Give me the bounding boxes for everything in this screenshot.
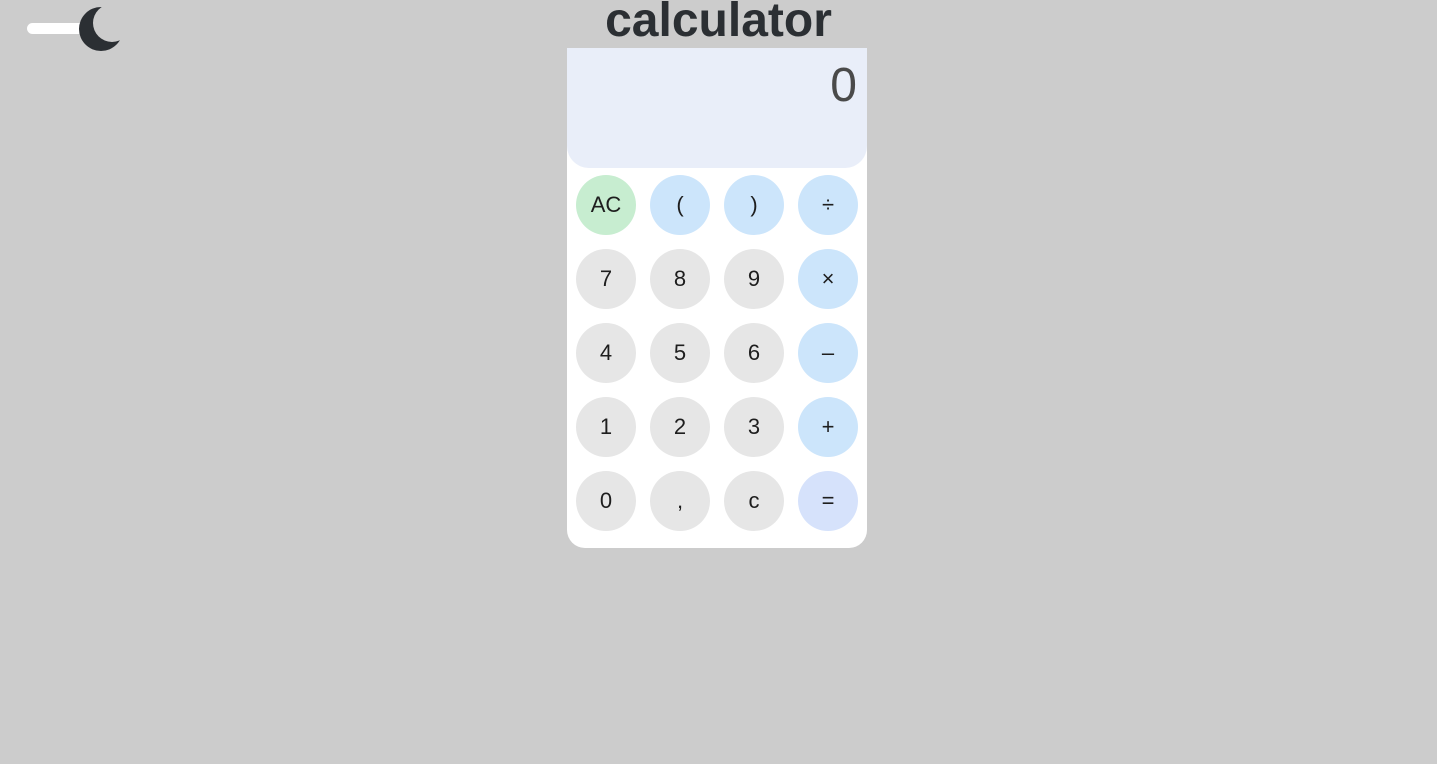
clear-entry-button[interactable]: c <box>724 471 784 531</box>
display-panel: 0 <box>567 48 867 168</box>
subtract-button[interactable]: – <box>798 323 858 383</box>
digit-3-button[interactable]: 3 <box>724 397 784 457</box>
close-paren-button[interactable]: ) <box>724 175 784 235</box>
digit-9-button[interactable]: 9 <box>724 249 784 309</box>
open-paren-button[interactable]: ( <box>650 175 710 235</box>
keypad: AC() ÷ 7 8 9 × 4 5 6– 1 2 3 +0, c = <box>576 175 858 531</box>
equals-button[interactable]: = <box>798 471 858 531</box>
divide-button[interactable]: ÷ <box>798 175 858 235</box>
digit-5-button[interactable]: 5 <box>650 323 710 383</box>
display-value: 0 <box>830 59 857 112</box>
digit-4-button[interactable]: 4 <box>576 323 636 383</box>
multiply-button[interactable]: × <box>798 249 858 309</box>
calculator: 0 AC() ÷ 7 8 9 × 4 5 6– 1 2 3 +0, c = <box>567 48 867 548</box>
digit-8-button[interactable]: 8 <box>650 249 710 309</box>
digit-6-button[interactable]: 6 <box>724 323 784 383</box>
digit-2-button[interactable]: 2 <box>650 397 710 457</box>
digit-0-button[interactable]: 0 <box>576 471 636 531</box>
digit-7-button[interactable]: 7 <box>576 249 636 309</box>
digit-1-button[interactable]: 1 <box>576 397 636 457</box>
page-title: calculator <box>605 0 832 47</box>
all-clear-button[interactable]: AC <box>576 175 636 235</box>
decimal-comma-button[interactable]: , <box>650 471 710 531</box>
add-button[interactable]: + <box>798 397 858 457</box>
